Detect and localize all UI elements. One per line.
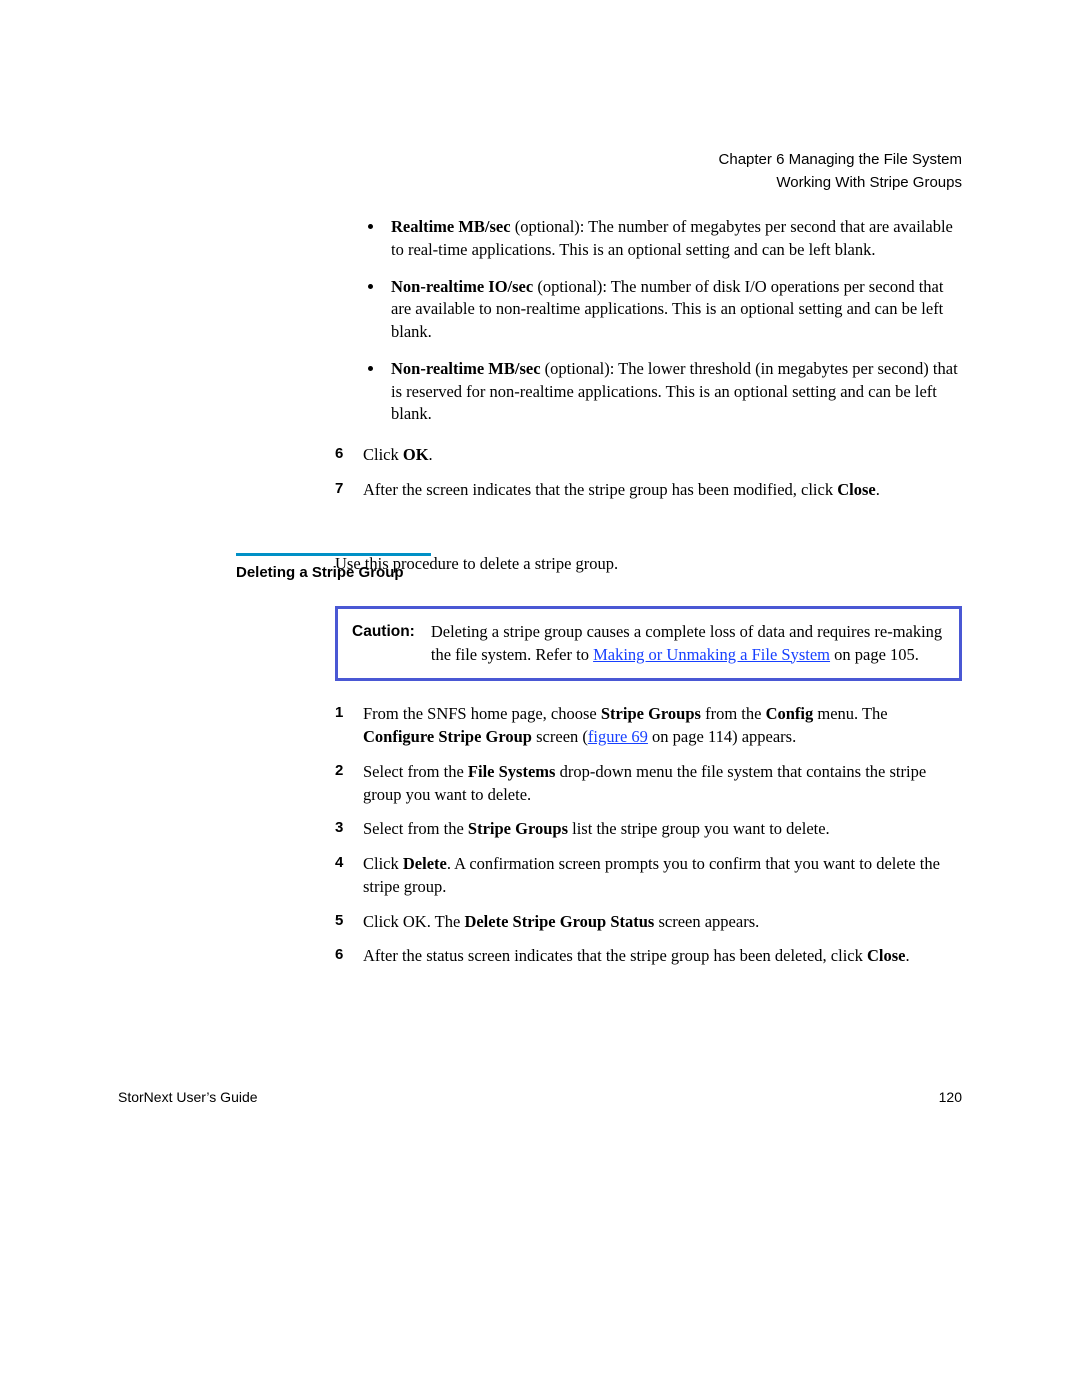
step-item: After the screen indicates that the stri… [335, 479, 962, 502]
bullet-item: Non-realtime MB/sec (optional): The lowe… [385, 358, 962, 426]
caution-body: Deleting a stripe group causes a complet… [431, 621, 945, 667]
section-body: Use this procedure to delete a stripe gr… [335, 553, 962, 968]
bullet-item: Non-realtime IO/sec (optional): The numb… [385, 276, 962, 344]
page-header: Chapter 6 Managing the File System Worki… [719, 150, 962, 193]
step-item: Click OK. [335, 444, 962, 467]
footer-left: StorNext User’s Guide [118, 1088, 258, 1107]
step-item: After the status screen indicates that t… [335, 945, 962, 968]
caution-link[interactable]: Making or Unmaking a File System [593, 645, 830, 664]
sidebar-heading: Deleting a Stripe Group [236, 553, 431, 584]
caution-text-2: on page 105. [830, 645, 919, 664]
steps-deleting: From the SNFS home page, choose Stripe G… [335, 703, 962, 968]
bullet-list: Realtime MB/sec (optional): The number o… [335, 216, 962, 426]
caution-box: Caution: Deleting a stripe group causes … [335, 606, 962, 682]
step-item: Select from the Stripe Groups list the s… [335, 818, 962, 841]
footer-page-number: 120 [939, 1088, 962, 1107]
caution-label: Caution: [352, 621, 415, 642]
page-footer: StorNext User’s Guide 120 [118, 1088, 962, 1107]
page: Chapter 6 Managing the File System Worki… [0, 0, 1080, 1397]
section-deleting: Deleting a Stripe Group Use this procedu… [118, 553, 962, 980]
bullet-item: Realtime MB/sec (optional): The number o… [385, 216, 962, 262]
step-item: From the SNFS home page, choose Stripe G… [335, 703, 962, 749]
content-top: Realtime MB/sec (optional): The number o… [335, 216, 962, 514]
inline-link[interactable]: figure 69 [588, 727, 648, 746]
step-item: Select from the File Systems drop-down m… [335, 761, 962, 807]
header-chapter: Chapter 6 Managing the File System [719, 150, 962, 171]
step-item: Click OK. The Delete Stripe Group Status… [335, 911, 962, 934]
header-section: Working With Stripe Groups [719, 173, 962, 194]
steps-top: Click OK. After the screen indicates that… [335, 444, 962, 502]
step-item: Click Delete. A confirmation screen prom… [335, 853, 962, 899]
